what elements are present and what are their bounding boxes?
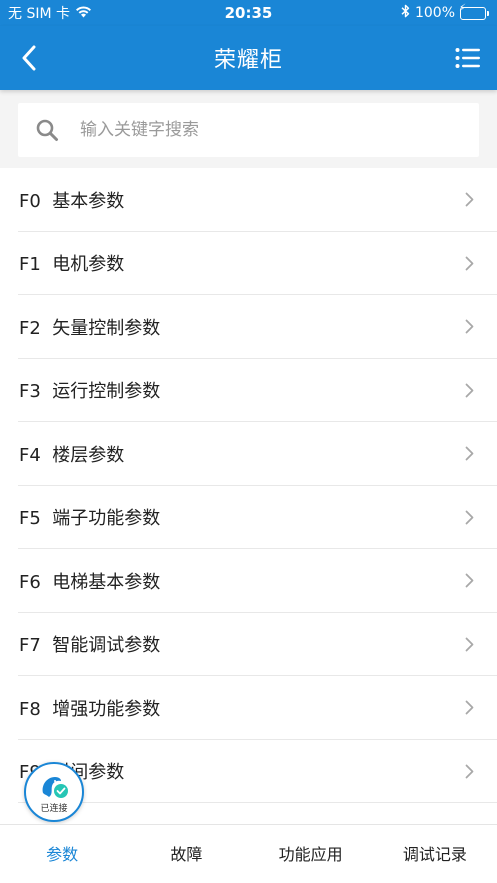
search-bar — [18, 103, 479, 157]
list-item-label: F3 运行控制参数 — [19, 381, 161, 403]
connection-status-button[interactable]: 已连接 — [24, 762, 84, 822]
chevron-right-icon — [463, 192, 475, 208]
status-bar: 无 SIM 卡 20:35 100% ⚡ — [0, 0, 497, 26]
bluetooth-icon — [401, 4, 410, 22]
chevron-right-icon — [463, 319, 475, 335]
chevron-right-icon — [463, 763, 475, 779]
list-item[interactable]: F8 增强功能参数 — [0, 676, 497, 740]
list-item-label: F0 基本参数 — [19, 190, 125, 212]
battery-percent: 100% — [414, 5, 455, 21]
list-item-label: F5 端子功能参数 — [19, 508, 161, 530]
list-item-label: F4 楼层参数 — [19, 444, 125, 466]
battery-icon: ⚡ — [458, 3, 489, 20]
menu-button[interactable] — [453, 43, 483, 73]
list-item[interactable]: F2 矢量控制参数 — [0, 295, 497, 359]
list-item[interactable]: F6 电梯基本参数 — [0, 549, 497, 613]
chevron-right-icon — [463, 382, 475, 398]
chevron-right-icon — [463, 636, 475, 652]
chevron-right-icon — [463, 700, 475, 716]
list-item[interactable]: F3 运行控制参数 — [0, 359, 497, 423]
chevron-right-icon — [463, 509, 475, 525]
tab-3[interactable]: 调试记录 — [373, 825, 497, 883]
nav-bar: 荣耀柜 — [0, 26, 497, 90]
carrier-label: 无 SIM 卡 — [8, 6, 70, 22]
chevron-right-icon — [463, 573, 475, 589]
wifi-icon — [75, 5, 92, 22]
list-item[interactable]: F1 电机参数 — [0, 232, 497, 296]
back-button[interactable] — [14, 43, 44, 73]
tab-0[interactable]: 参数 — [0, 825, 124, 883]
list-item[interactable]: F7 智能调试参数 — [0, 613, 497, 677]
chevron-right-icon — [463, 255, 475, 271]
parameter-list: F0 基本参数 F1 电机参数 F2 矢量控制参数 F3 运行控制参数 F4 楼层参数 F… — [0, 168, 497, 824]
list-item-label: F7 智能调试参数 — [19, 635, 161, 657]
search-icon — [34, 117, 60, 143]
tab-bar: 参数 故障 功能应用 调试记录 — [0, 824, 497, 883]
list-item[interactable]: F0 基本参数 — [0, 168, 497, 232]
list-item[interactable]: F5 端子功能参数 — [0, 486, 497, 550]
tab-2[interactable]: 功能应用 — [249, 825, 373, 883]
search-input[interactable] — [80, 120, 440, 140]
list-item-label: F6 电梯基本参数 — [19, 571, 161, 593]
status-right: 100% ⚡ — [401, 4, 489, 22]
status-time: 20:35 — [224, 4, 273, 22]
list-item[interactable]: F4 楼层参数 — [0, 422, 497, 486]
chevron-right-icon — [463, 446, 475, 462]
status-left: 无 SIM 卡 — [8, 3, 92, 23]
connection-label: 已连接 — [40, 803, 68, 814]
list-menu-icon — [455, 48, 480, 68]
tab-1[interactable]: 故障 — [124, 825, 248, 883]
chevron-left-icon — [22, 45, 36, 71]
list-item-label: F1 电机参数 — [19, 254, 125, 276]
list-item-label: F8 增强功能参数 — [19, 698, 161, 720]
dolphin-connected-icon — [42, 776, 68, 798]
charging-bolt-icon: ⚡ — [458, 3, 467, 14]
page-title: 荣耀柜 — [213, 48, 283, 73]
list-item-label: F2 矢量控制参数 — [19, 317, 161, 339]
